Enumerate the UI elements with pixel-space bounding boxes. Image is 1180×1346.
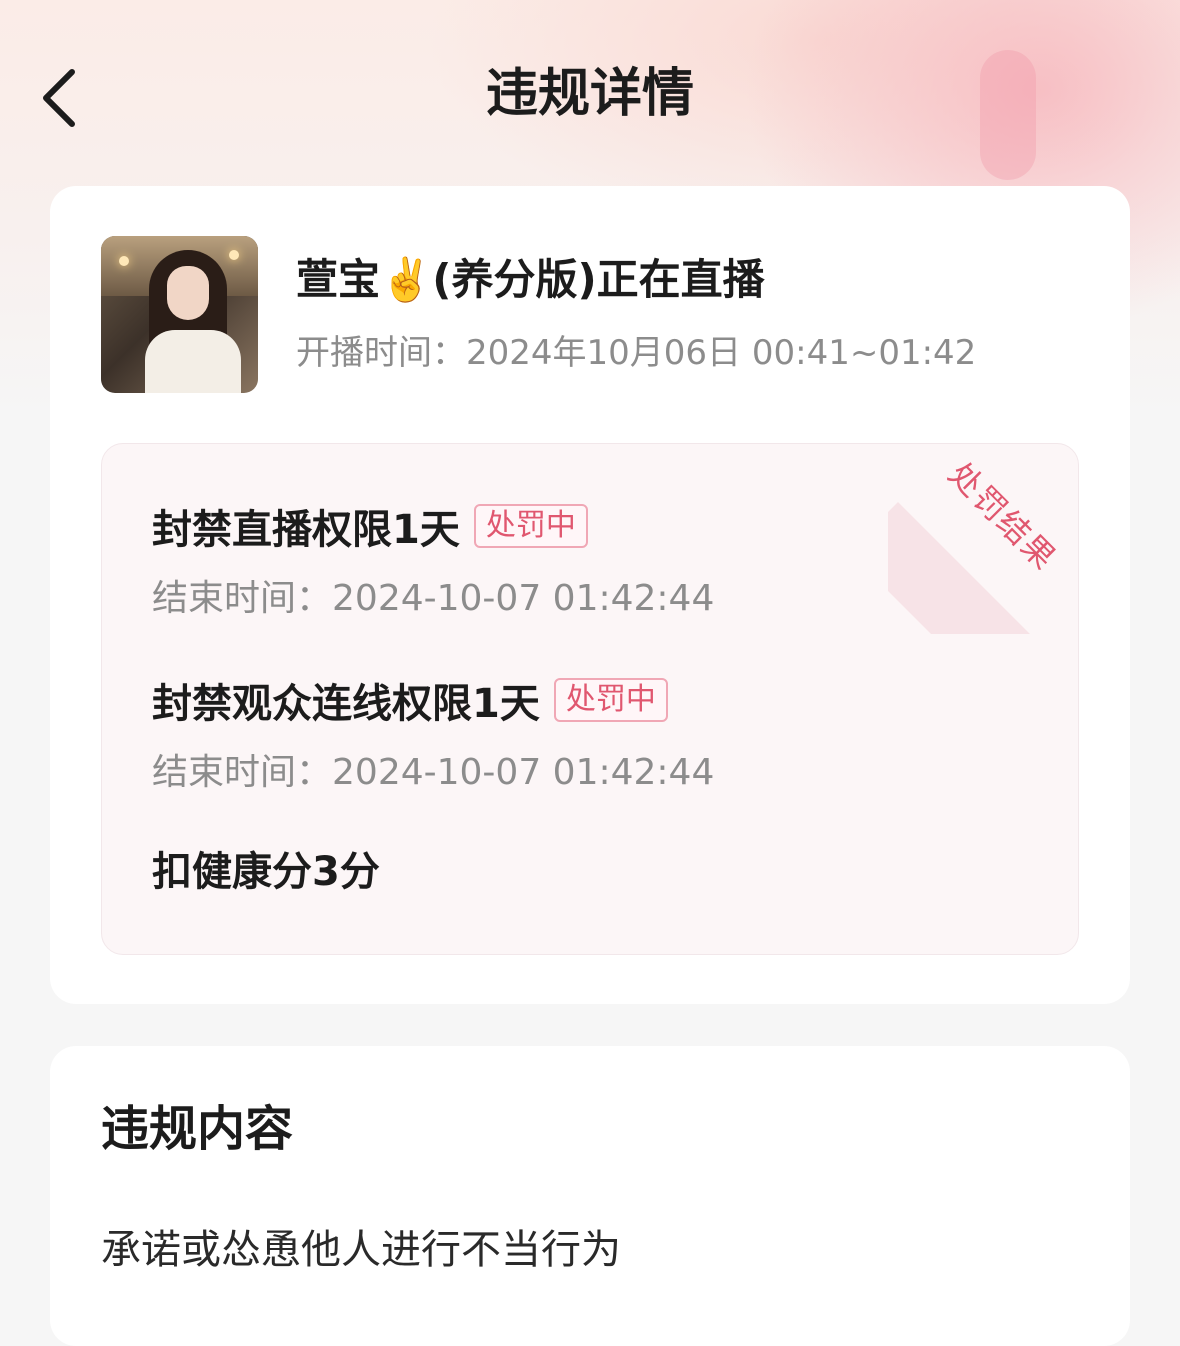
end-time-value: 2024-10-07 01:42:44 <box>332 752 715 793</box>
live-time-value: 2024年10月06日 00:41~01:42 <box>466 333 977 373</box>
end-time-label: 结束时间： <box>152 752 333 793</box>
nav-bar: 违规详情 <box>0 0 1180 186</box>
penalty-item: 扣健康分3分 <box>152 842 380 902</box>
penalty-title: 封禁观众连线权限1天 <box>152 681 540 727</box>
penalty-box: 处罚结果 封禁直播权限1天 处罚中 结束时间：2024-10-07 01:42:… <box>101 443 1079 955</box>
section-title: 违规内容 <box>101 1101 294 1157</box>
penalty-title: 封禁直播权限1天 <box>152 507 460 553</box>
end-time-value: 2024-10-07 01:42:44 <box>332 578 715 619</box>
penalty-end-time: 结束时间：2024-10-07 01:42:44 <box>152 574 714 624</box>
penalty-title: 扣健康分3分 <box>152 849 380 895</box>
violation-content-card: 违规内容 承诺或怂恿他人进行不当行为 <box>50 1046 1130 1346</box>
penalty-item: 封禁观众连线权限1天 处罚中 结束时间：2024-10-07 01:42:44 <box>152 670 714 798</box>
penalty-item: 封禁直播权限1天 处罚中 结束时间：2024-10-07 01:42:44 <box>152 496 714 624</box>
penalty-result-ribbon: 处罚结果 <box>888 444 1078 634</box>
stream-title: 萱宝✌️(养分版)正在直播 <box>296 255 765 304</box>
page-title: 违规详情 <box>485 64 694 124</box>
violation-text: 承诺或怂恿他人进行不当行为 <box>101 1227 621 1273</box>
stream-penalty-card: 萱宝✌️(养分版)正在直播 开播时间：2024年10月06日 00:41~01:… <box>50 186 1130 1004</box>
status-badge: 处罚中 <box>553 678 668 722</box>
live-time-label: 开播时间： <box>296 333 466 373</box>
penalty-end-time: 结束时间：2024-10-07 01:42:44 <box>152 748 714 798</box>
status-badge: 处罚中 <box>473 504 588 548</box>
live-time: 开播时间：2024年10月06日 00:41~01:42 <box>296 328 976 378</box>
avatar[interactable] <box>101 236 258 393</box>
end-time-label: 结束时间： <box>152 578 333 619</box>
